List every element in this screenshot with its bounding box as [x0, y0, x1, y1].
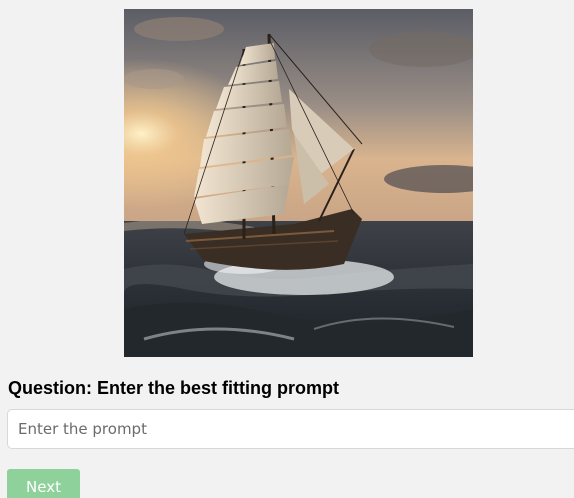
question-heading: Question: Enter the best fitting prompt — [8, 378, 339, 398]
next-button[interactable]: Next — [7, 469, 80, 498]
sailing-ship-illustration — [124, 9, 473, 357]
sailing-ship-image — [124, 9, 473, 357]
prompt-input[interactable] — [7, 409, 574, 449]
